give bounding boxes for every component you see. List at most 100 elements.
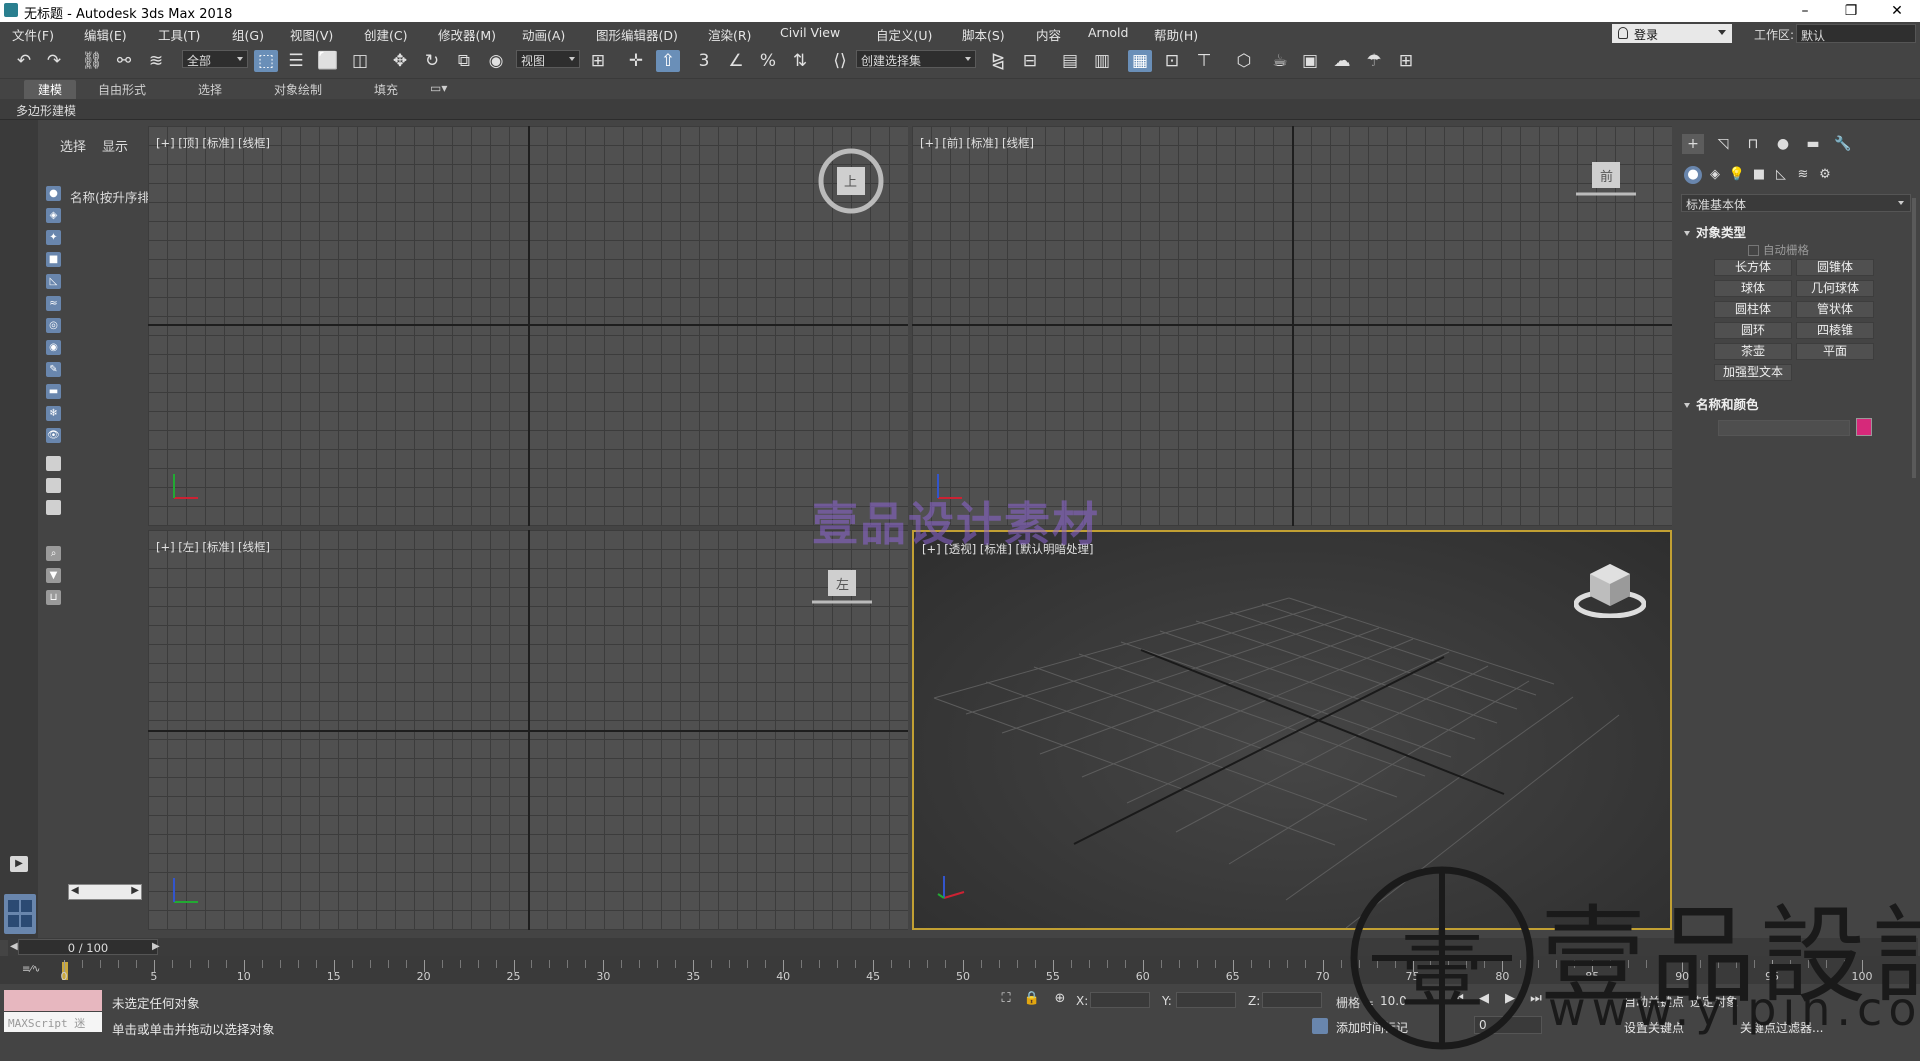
unlink-icon[interactable]: ⚯ xyxy=(112,50,136,72)
lights-icon[interactable]: 💡 xyxy=(1728,166,1746,184)
create-tab-icon[interactable]: + xyxy=(1682,134,1704,154)
layer-explorer-icon[interactable]: ▤ xyxy=(1058,50,1082,72)
snaps-toggle-icon[interactable]: 3 xyxy=(692,50,716,72)
render-activeshade-icon[interactable]: ☂ xyxy=(1362,50,1386,72)
utilities-tab-icon[interactable]: 🔧 xyxy=(1832,134,1854,154)
z-coordinate-input[interactable] xyxy=(1262,992,1322,1008)
sort-icon[interactable]: ⊔ xyxy=(46,590,61,605)
redo-icon[interactable]: ↷ xyxy=(42,50,66,72)
slider-prev-icon[interactable]: ◀ xyxy=(10,941,18,952)
space-warps-icon[interactable]: ≋ xyxy=(1794,166,1812,184)
box-button[interactable]: 长方体 xyxy=(1714,259,1792,276)
render-iterative-icon[interactable]: ☁ xyxy=(1330,50,1354,72)
cameras-filter-icon[interactable]: ■ xyxy=(46,252,61,267)
helpers-icon[interactable]: ◺ xyxy=(1772,166,1790,184)
display-all-icon[interactable] xyxy=(46,456,61,471)
menu-content[interactable]: 内容 xyxy=(1036,25,1061,44)
absolute-mode-icon[interactable]: ⊕ xyxy=(1050,990,1070,1008)
viewport-top-label[interactable]: [+] [顶] [标准] [线框] xyxy=(156,135,270,151)
render-production-icon[interactable]: ▣ xyxy=(1298,50,1322,72)
sphere-button[interactable]: 球体 xyxy=(1714,280,1792,297)
modify-tab-icon[interactable]: ◹ xyxy=(1712,134,1734,154)
tube-button[interactable]: 管状体 xyxy=(1796,301,1874,318)
viewport-front-label[interactable]: [+] [前] [标准] [线框] xyxy=(920,135,1034,151)
undo-icon[interactable]: ↶ xyxy=(12,50,36,72)
teapot-button[interactable]: 茶壶 xyxy=(1714,343,1792,360)
space-warps-filter-icon[interactable]: ≈ xyxy=(46,296,61,311)
spinner-snap-icon[interactable]: ⇅ xyxy=(788,50,812,72)
scene-tab-display[interactable]: 显示 xyxy=(102,136,128,155)
viewcube-gizmo[interactable]: 上 xyxy=(816,146,886,216)
menu-create[interactable]: 创建(C) xyxy=(364,25,407,44)
viewport-front[interactable]: [+] [前] [标准] [线框] 前 xyxy=(912,126,1672,526)
ribbon-tab-modeling[interactable]: 建模 xyxy=(24,80,77,99)
x-coordinate-input[interactable] xyxy=(1090,992,1150,1008)
align-icon[interactable]: ⊟ xyxy=(1018,50,1042,72)
pivot-center-icon[interactable]: ⊞ xyxy=(586,50,610,72)
xrefs-filter-icon[interactable]: ◉ xyxy=(46,340,61,355)
find-icon[interactable]: ⌕ xyxy=(46,546,61,561)
menu-modifiers[interactable]: 修改器(M) xyxy=(438,25,496,44)
bind-space-warp-icon[interactable]: ≋ xyxy=(144,50,168,72)
menu-arnold[interactable]: Arnold xyxy=(1088,25,1128,40)
lights-filter-icon[interactable]: ✦ xyxy=(46,230,61,245)
plane-button[interactable]: 平面 xyxy=(1796,343,1874,360)
filter-icon[interactable]: ▼ xyxy=(46,568,61,583)
select-manipulate-icon[interactable]: ✛ xyxy=(624,50,648,72)
command-panel-scrollbar[interactable] xyxy=(1912,198,1916,478)
curve-editor-icon[interactable]: ▦ xyxy=(1128,50,1152,72)
shapes-icon[interactable]: ◈ xyxy=(1706,166,1724,184)
maxscript-listener-output[interactable] xyxy=(4,990,102,1011)
shapes-filter-icon[interactable]: ◈ xyxy=(46,208,61,223)
minimize-button[interactable]: – xyxy=(1782,0,1828,22)
menu-file[interactable]: 文件(F) xyxy=(12,25,54,44)
login-dropdown[interactable]: 登录 xyxy=(1612,24,1732,43)
object-name-input[interactable] xyxy=(1718,420,1850,436)
maxscript-listener-input[interactable]: MAXScript 迷 xyxy=(4,1012,102,1032)
selection-filter-select[interactable]: 全部 xyxy=(182,50,248,68)
reference-coordinate-select[interactable]: 视图 xyxy=(516,50,580,68)
render-setup-icon[interactable]: ⬡ xyxy=(1232,50,1256,72)
select-object-icon[interactable]: ⬚ xyxy=(254,50,278,72)
menu-help[interactable]: 帮助(H) xyxy=(1154,25,1198,44)
ribbon-tab-populate[interactable]: 填充 xyxy=(374,81,398,98)
move-icon[interactable]: ✥ xyxy=(388,50,412,72)
object-category-select[interactable]: 标准基本体 xyxy=(1681,194,1911,212)
pyramid-button[interactable]: 四棱锥 xyxy=(1796,322,1874,339)
viewport-left-label[interactable]: [+] [左] [标准] [线框] xyxy=(156,539,270,555)
cone-button[interactable]: 圆锥体 xyxy=(1796,259,1874,276)
ribbon-tab-selection[interactable]: 选择 xyxy=(198,81,222,98)
close-button[interactable]: ✕ xyxy=(1874,0,1920,22)
object-color-swatch[interactable] xyxy=(1856,418,1872,436)
menu-edit[interactable]: 编辑(E) xyxy=(84,25,127,44)
cylinder-button[interactable]: 圆柱体 xyxy=(1714,301,1792,318)
viewcube-gizmo[interactable]: 左 xyxy=(812,568,872,608)
slider-next-icon[interactable]: ▶ xyxy=(152,941,160,952)
display-invert-icon[interactable] xyxy=(46,500,61,515)
helpers-filter-icon[interactable]: ◺ xyxy=(46,274,61,289)
containers-filter-icon[interactable]: ▬ xyxy=(46,384,61,399)
schematic-view-icon[interactable]: ⊡ xyxy=(1160,50,1184,72)
ribbon-options-icon[interactable]: ▭▾ xyxy=(430,81,447,95)
rotate-icon[interactable]: ↻ xyxy=(420,50,444,72)
systems-icon[interactable]: ⚙ xyxy=(1816,166,1834,184)
geometry-icon[interactable]: ● xyxy=(1684,166,1702,184)
mini-curve-editor-icon[interactable]: ≡⁄∿ xyxy=(22,964,40,975)
object-type-rollout-header[interactable]: 对象类型 xyxy=(1684,222,1746,241)
name-color-rollout-header[interactable]: 名称和颜色 xyxy=(1684,394,1759,413)
percent-snap-icon[interactable]: % xyxy=(756,50,780,72)
expand-arrow-icon[interactable]: ▶ xyxy=(10,856,28,872)
keyboard-shortcut-override-icon[interactable]: ⇧ xyxy=(656,50,680,72)
display-tab-icon[interactable]: ▬ xyxy=(1802,134,1824,154)
selection-lock-icon[interactable]: 🔒 xyxy=(1022,990,1042,1008)
material-editor-icon[interactable]: ⊤ xyxy=(1192,50,1216,72)
rendered-frame-window-icon[interactable]: ☕ xyxy=(1268,50,1292,72)
display-none-icon[interactable] xyxy=(46,478,61,493)
window-crossing-icon[interactable]: ◫ xyxy=(348,50,372,72)
edit-named-selection-icon[interactable]: ⟨⟩ xyxy=(828,50,852,72)
place-icon[interactable]: ◉ xyxy=(484,50,508,72)
polygon-modeling-label[interactable]: 多边形建模 xyxy=(16,102,76,119)
menu-graph-editors[interactable]: 图形编辑器(D) xyxy=(596,25,678,44)
workspace-select[interactable]: 默认 xyxy=(1796,24,1916,43)
scene-horizontal-scrollbar[interactable]: ◀ ▶ xyxy=(68,884,142,900)
